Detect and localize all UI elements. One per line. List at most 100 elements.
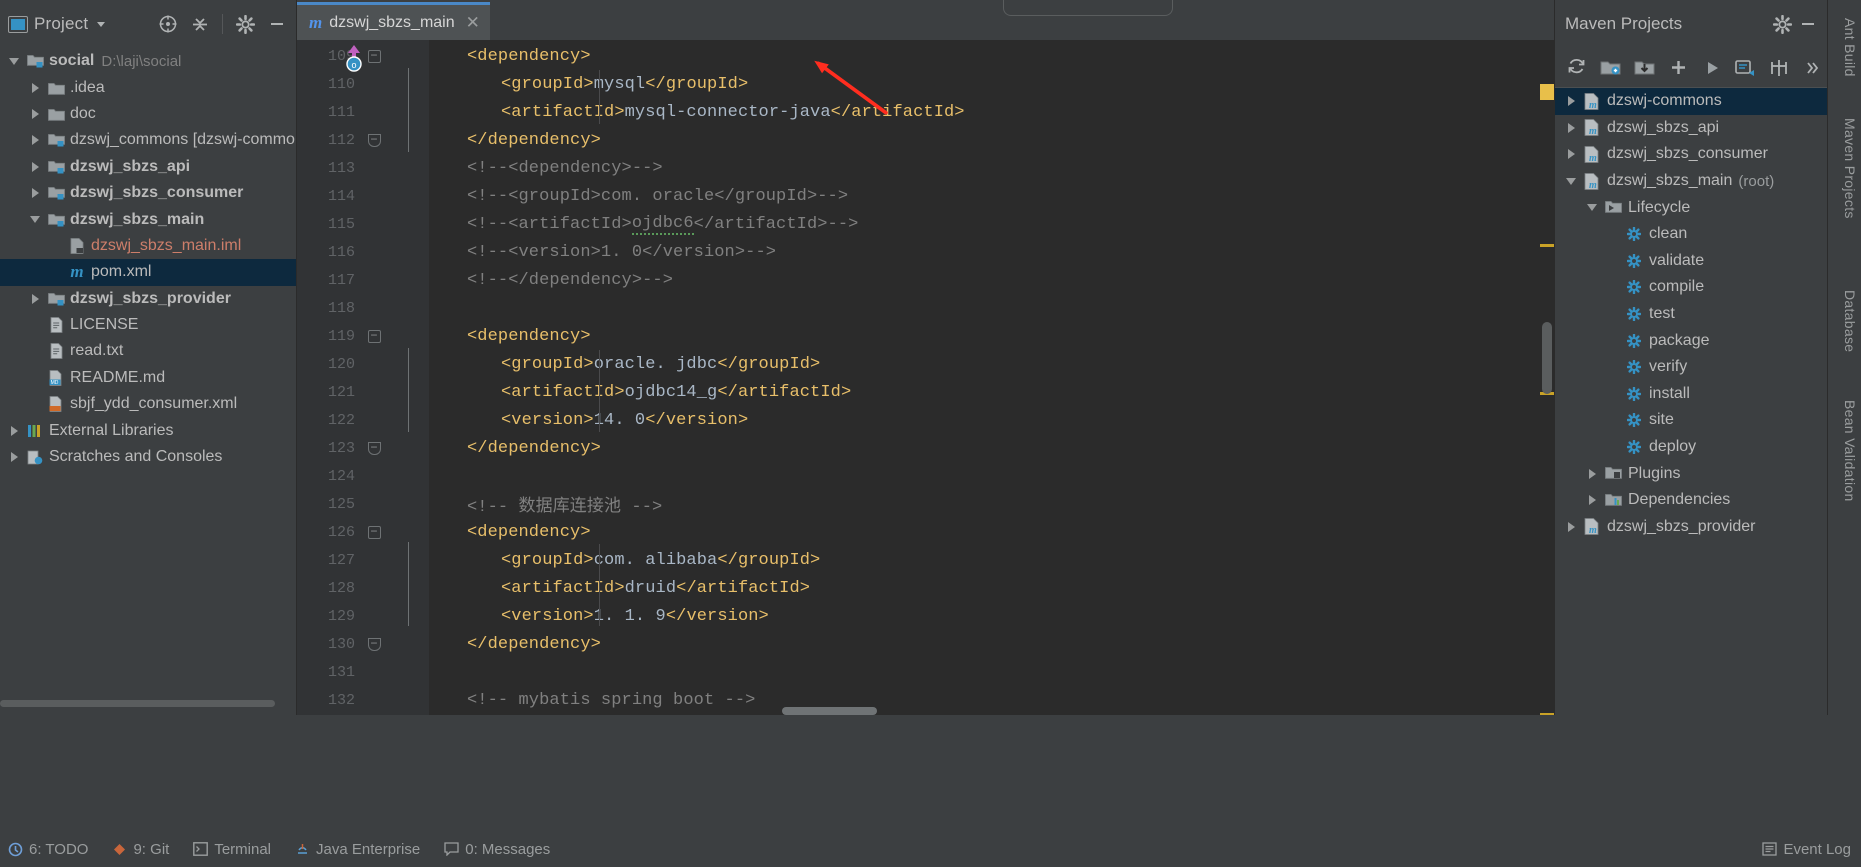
add-maven-project-icon[interactable]	[1664, 54, 1692, 82]
project-tree-item[interactable]: dzswj_sbzs_main.iml	[0, 233, 296, 259]
gutter-line[interactable]: 125	[297, 490, 429, 518]
code-line[interactable]: <artifactId> druid </artifactId>	[429, 574, 810, 602]
execute-goal-icon[interactable]	[1732, 54, 1760, 82]
generate-sources-icon[interactable]	[1597, 54, 1625, 82]
maven-tree-item[interactable]: m dzswj-commons	[1555, 88, 1827, 115]
expand-arrow-icon[interactable]	[1582, 495, 1602, 506]
editor-gutter[interactable]: 109−110 111 112−113 114 115 116 117 118 119−120 1…	[297, 40, 429, 715]
maven-tree-item[interactable]: Lifecycle	[1555, 194, 1827, 221]
collapse-arrow-icon[interactable]	[4, 57, 24, 65]
gutter-line[interactable]: 130−	[297, 630, 429, 658]
code-line[interactable]: <dependency>	[429, 518, 591, 546]
project-tree-item[interactable]: dzswj_sbzs_consumer	[0, 180, 296, 206]
code-line[interactable]: <!--<groupId>com. oracle</groupId>-->	[429, 182, 848, 210]
more-icon[interactable]	[1799, 54, 1827, 82]
code-line[interactable]: <dependency>	[429, 42, 591, 70]
fold-end-icon[interactable]: −	[367, 133, 381, 147]
locate-icon[interactable]	[155, 11, 181, 37]
status-item-event-log[interactable]: Event Log	[1762, 841, 1851, 858]
collapse-all-icon[interactable]	[187, 11, 213, 37]
project-tree-item[interactable]: Scratches and Consoles	[0, 444, 296, 470]
code-line[interactable]: <groupId> oracle. jdbc </groupId>	[429, 350, 820, 378]
project-tree-item[interactable]: MD README.md	[0, 365, 296, 391]
editor-horizontal-scrollbar[interactable]	[692, 707, 1277, 715]
project-tree-item[interactable]: read.txt	[0, 338, 296, 364]
expand-arrow-icon[interactable]	[1561, 96, 1581, 107]
maven-tree-item[interactable]: m dzswj_sbzs_main (root)	[1555, 168, 1827, 195]
fold-end-icon[interactable]: −	[367, 441, 381, 455]
hide-icon[interactable]	[264, 11, 290, 37]
code-line[interactable]: <!--<dependency>-->	[429, 154, 663, 182]
gutter-line[interactable]: 113	[297, 154, 429, 182]
maven-tree-item[interactable]: verify	[1555, 354, 1827, 381]
run-icon[interactable]	[1698, 54, 1726, 82]
project-tree-item[interactable]: m pom.xml	[0, 259, 296, 286]
gutter-line[interactable]: 131	[297, 658, 429, 686]
expand-arrow-icon[interactable]	[25, 293, 45, 304]
fold-collapse-icon[interactable]: −	[367, 329, 381, 343]
editor-vertical-scrollbar[interactable]	[1540, 80, 1554, 716]
reimport-icon[interactable]	[1563, 54, 1591, 82]
pin-marker-icon[interactable]: o	[343, 44, 365, 74]
fold-collapse-icon[interactable]: −	[367, 49, 381, 63]
gutter-line[interactable]: 119−	[297, 322, 429, 350]
expand-arrow-icon[interactable]	[1561, 521, 1581, 532]
gutter-line[interactable]: 127	[297, 546, 429, 574]
expand-arrow-icon[interactable]	[25, 108, 45, 119]
gutter-line[interactable]: 123−	[297, 434, 429, 462]
code-line[interactable]: <groupId> com. alibaba </groupId>	[429, 546, 820, 574]
scrollbar-thumb[interactable]	[1542, 322, 1552, 394]
toggle-offline-icon[interactable]	[1766, 54, 1794, 82]
maven-tree-item[interactable]: package	[1555, 327, 1827, 354]
tool-tab-bean-validation[interactable]: Bean Validation	[1842, 400, 1858, 502]
fold-end-icon[interactable]: −	[367, 637, 381, 651]
maven-tree-item[interactable]: Plugins	[1555, 460, 1827, 487]
error-stripe-marker[interactable]	[1540, 244, 1554, 247]
chevron-down-icon[interactable]	[94, 17, 108, 31]
maven-tree-item[interactable]: deploy	[1555, 434, 1827, 461]
code-line[interactable]	[429, 658, 467, 686]
project-tree-item[interactable]: dzswj_sbzs_provider	[0, 286, 296, 312]
expand-arrow-icon[interactable]	[1561, 122, 1581, 133]
code-line[interactable]: </dependency>	[429, 126, 601, 154]
gutter-line[interactable]: 121	[297, 378, 429, 406]
gutter-line[interactable]: 126−	[297, 518, 429, 546]
project-tree-item[interactable]: sbjf_ydd_consumer.xml	[0, 391, 296, 417]
project-horizontal-scrollbar[interactable]	[0, 700, 275, 707]
project-tree-item[interactable]: External Libraries	[0, 417, 296, 443]
code-line[interactable]: <artifactId> ojdbc14_g </artifactId>	[429, 378, 851, 406]
gutter-line[interactable]: 115	[297, 210, 429, 238]
gutter-line[interactable]: 120	[297, 350, 429, 378]
code-line[interactable]: <groupId> mysql </groupId>	[429, 70, 748, 98]
expand-arrow-icon[interactable]	[4, 452, 24, 463]
gutter-line[interactable]: 129	[297, 602, 429, 630]
project-tree-item[interactable]: social D:\laji\social	[0, 48, 296, 74]
status-item-terminal[interactable]: Terminal	[193, 841, 271, 858]
status-item-messages[interactable]: 0: Messages	[444, 841, 550, 858]
expand-arrow-icon[interactable]	[25, 188, 45, 199]
project-tree-item[interactable]: LICENSE	[0, 312, 296, 338]
code-line[interactable]: <version> 14. 0 </version>	[429, 406, 748, 434]
code-line[interactable]: <!-- 数据库连接池 -->	[429, 490, 662, 518]
maven-tree-item[interactable]: m dzswj_sbzs_consumer	[1555, 141, 1827, 168]
gear-icon[interactable]	[232, 11, 258, 37]
maven-tree-item[interactable]: site	[1555, 407, 1827, 434]
maven-tree-item[interactable]: validate	[1555, 248, 1827, 275]
code-line[interactable]: <dependency>	[429, 322, 591, 350]
code-line[interactable]: <!--<version>1. 0</version>-->	[429, 238, 776, 266]
maven-tree-item[interactable]: Dependencies	[1555, 487, 1827, 514]
code-line[interactable]: </dependency>	[429, 630, 601, 658]
maven-tree-item[interactable]: clean	[1555, 221, 1827, 248]
code-line[interactable]: <!--<artifactId> ojdbc6 </artifactId>-->	[429, 210, 858, 238]
project-tree-item[interactable]: .idea	[0, 74, 296, 100]
maven-tree-item[interactable]: m dzswj_sbzs_api	[1555, 115, 1827, 142]
tool-tab-ant-build[interactable]: Ant Build	[1842, 18, 1858, 77]
close-icon[interactable]: ✕	[466, 13, 480, 33]
gutter-line[interactable]: 114	[297, 182, 429, 210]
gear-icon[interactable]	[1769, 11, 1795, 37]
code-line[interactable]: </dependency>	[429, 434, 601, 462]
gutter-line[interactable]: 132	[297, 686, 429, 714]
code-line[interactable]	[429, 462, 467, 490]
project-tree-item[interactable]: dzswj_sbzs_api	[0, 154, 296, 180]
gutter-line[interactable]: 118	[297, 294, 429, 322]
